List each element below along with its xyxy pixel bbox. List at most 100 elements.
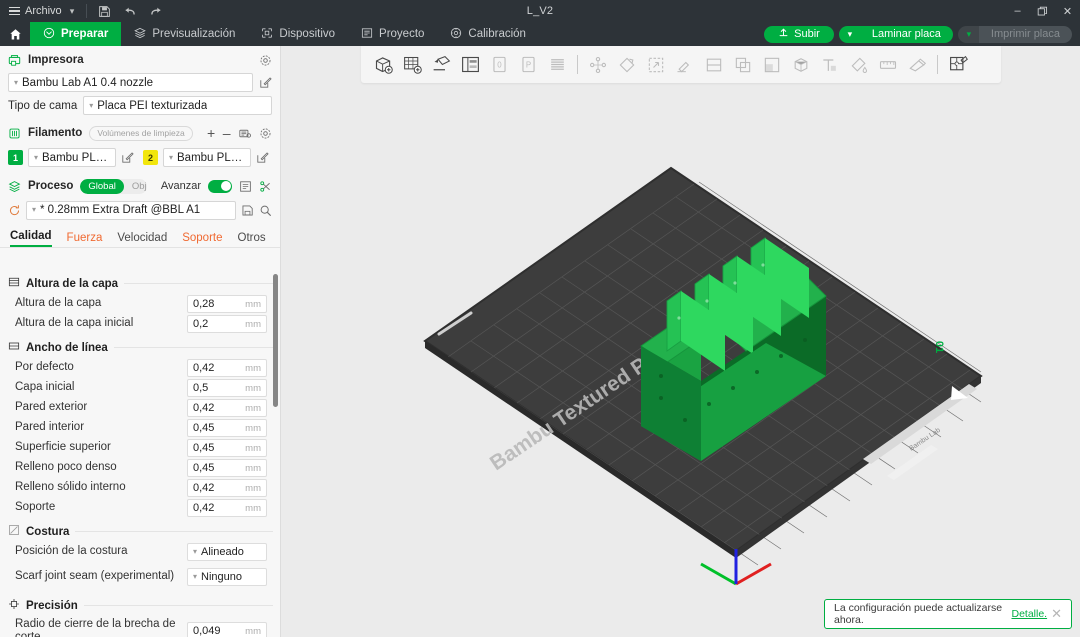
parameter-input[interactable]: 0,42 mm: [187, 359, 267, 377]
parameter-row: Relleno poco denso 0,45 mm: [0, 458, 281, 478]
device-icon: [261, 27, 273, 42]
auto-arrange-icon[interactable]: [427, 50, 455, 79]
parameter-unit: mm: [245, 462, 261, 474]
tab-dispositivo[interactable]: Dispositivo: [248, 22, 348, 46]
parameter-input[interactable]: 0,2 mm: [187, 315, 267, 333]
auto-orient-icon[interactable]: [456, 50, 484, 79]
advance-toggle[interactable]: [208, 179, 232, 193]
slice-plate-button[interactable]: Laminar placa: [859, 25, 953, 43]
filament-settings-gear-icon[interactable]: [259, 127, 272, 140]
parameter-input[interactable]: 0,45 mm: [187, 439, 267, 457]
parameter-row: Relleno sólido interno 0,42 mm: [0, 478, 281, 498]
parameter-label: Capa inicial: [15, 381, 75, 394]
upload-button[interactable]: Subir: [764, 25, 834, 43]
parameter-tab-calidad[interactable]: Calidad: [10, 230, 52, 247]
parameter-input[interactable]: 0,049 mm: [187, 622, 267, 637]
fill-bed-icon: [758, 50, 786, 79]
add-object-icon[interactable]: [369, 50, 397, 79]
printer-settings-gear-icon[interactable]: [259, 54, 272, 67]
parameter-select[interactable]: ▾ Ninguno: [187, 568, 267, 586]
edit-printer-icon[interactable]: [259, 76, 272, 89]
toast-message: La configuración puede actualizarse ahor…: [834, 602, 1003, 626]
close-icon[interactable]: ✕: [1051, 606, 1062, 622]
parameter-value: 0,45: [193, 442, 215, 454]
add-plate-icon[interactable]: [398, 50, 426, 79]
parameter-tab-otros[interactable]: Otros: [238, 232, 266, 247]
parameter-input[interactable]: 0,5 mm: [187, 379, 267, 397]
window-controls: – ✕: [1005, 0, 1080, 22]
parameter-list-icon[interactable]: [239, 180, 252, 193]
add-filament-button[interactable]: +: [207, 126, 216, 140]
undo-icon[interactable]: [117, 0, 143, 22]
reset-preset-icon[interactable]: [8, 204, 21, 217]
chevron-down-icon: ▾: [169, 152, 174, 162]
update-notification-toast[interactable]: La configuración puede actualizarse ahor…: [824, 599, 1072, 629]
parameter-group-header[interactable]: Costura: [0, 518, 281, 542]
process-scope-toggle[interactable]: Global Objetos: [80, 178, 147, 194]
slice-plate-dropdown[interactable]: ▾: [838, 25, 861, 43]
parameter-groups: Altura de la capa Altura de la capa 0,28 mm…: [0, 270, 281, 637]
parameter-select[interactable]: ▾ Alineado: [187, 543, 267, 561]
tab-proyecto[interactable]: Proyecto: [348, 22, 437, 46]
parameter-input[interactable]: 0,45 mm: [187, 459, 267, 477]
parameter-input[interactable]: 0,42 mm: [187, 479, 267, 497]
file-menu-button[interactable]: Archivo ▾: [0, 0, 82, 22]
printer-icon: [8, 54, 21, 67]
upload-label: Subir: [794, 28, 820, 40]
edit-filament-1-icon[interactable]: [121, 151, 134, 164]
wipe-volumes-button[interactable]: Volúmenes de limpieza: [89, 125, 193, 141]
3d-viewport[interactable]: Bambu Textured PEI Plate Bambu Lab 01 0 …: [281, 46, 1080, 637]
parameter-input[interactable]: 0,42 mm: [187, 499, 267, 517]
bed-type-label: Tipo de cama: [8, 99, 78, 112]
filament-swatch-2[interactable]: 2: [143, 150, 158, 165]
parameter-tab-fuerza[interactable]: Fuerza: [67, 232, 103, 247]
minimize-button[interactable]: –: [1005, 0, 1030, 22]
3d-scene[interactable]: Bambu Textured PEI Plate Bambu Lab 01: [281, 46, 1080, 637]
close-button[interactable]: ✕: [1055, 0, 1080, 22]
parameter-group-header[interactable]: Ancho de línea: [0, 334, 281, 358]
remove-filament-button[interactable]: –: [222, 126, 231, 140]
parameter-tab-soporte[interactable]: Soporte: [182, 232, 222, 247]
maximize-button[interactable]: [1030, 0, 1055, 22]
parameter-input[interactable]: 0,28 mm: [187, 295, 267, 313]
left-settings-panel: Impresora ▾ Bambu Lab A1 0.4 nozzle Tipo…: [0, 46, 281, 637]
compare-presets-icon[interactable]: [259, 180, 272, 193]
save-preset-icon[interactable]: [241, 204, 254, 217]
parameter-unit: mm: [245, 442, 261, 454]
toast-detail-link[interactable]: Detalle.: [1011, 608, 1047, 620]
tab-preparar-label: Preparar: [61, 28, 109, 40]
search-parameter-icon[interactable]: [259, 204, 272, 217]
parameter-label: Pared exterior: [15, 401, 88, 414]
parameter-scroll-area[interactable]: Altura de la capa Altura de la capa 0,28 mm…: [0, 270, 281, 637]
filament-select-1[interactable]: ▾ Bambu PLA Basic: [28, 148, 116, 167]
seam-icon: [8, 524, 20, 539]
tab-preparar[interactable]: Preparar: [30, 22, 122, 46]
parameter-group-header[interactable]: Altura de la capa: [0, 270, 281, 294]
bambu-studio-window: Archivo ▾ L_V2 – ✕ Preparar Previsualiza…: [0, 0, 1080, 637]
parameter-scrollbar[interactable]: [273, 274, 278, 637]
assembly-view-icon[interactable]: [944, 50, 972, 79]
parameter-group-header[interactable]: Precisión: [0, 592, 281, 616]
redo-icon[interactable]: [143, 0, 169, 22]
print-plate-dropdown[interactable]: ▾: [957, 25, 980, 43]
parameter-scrollbar-thumb[interactable]: [273, 274, 278, 407]
printer-model-select[interactable]: ▾ Bambu Lab A1 0.4 nozzle: [8, 73, 253, 92]
parameter-input[interactable]: 0,45 mm: [187, 419, 267, 437]
process-section-label: Proceso: [28, 180, 74, 192]
filament-ams-icon[interactable]: [238, 127, 252, 140]
main-navbar: Preparar Previsualización Dispositivo Pr…: [0, 22, 1080, 46]
scope-global-option[interactable]: Global: [80, 178, 124, 194]
home-icon[interactable]: [0, 22, 30, 46]
tab-calibracion[interactable]: Calibración: [437, 22, 539, 46]
scope-objects-option[interactable]: Objetos: [124, 179, 147, 194]
tab-previsualizacion[interactable]: Previsualización: [121, 22, 248, 46]
bed-type-select[interactable]: ▾ Placa PEI texturizada: [83, 96, 272, 115]
parameter-tab-velocidad[interactable]: Velocidad: [117, 232, 167, 247]
process-preset-select[interactable]: ▾ * 0.28mm Extra Draft @BBL A1: [26, 200, 236, 220]
parameter-input[interactable]: 0,42 mm: [187, 399, 267, 417]
print-plate-button: Imprimir placa: [978, 25, 1072, 43]
edit-filament-2-icon[interactable]: [256, 151, 269, 164]
filament-swatch-1[interactable]: 1: [8, 150, 23, 165]
filament-select-2[interactable]: ▾ Bambu PLA Basic: [163, 148, 251, 167]
save-icon[interactable]: [91, 0, 117, 22]
